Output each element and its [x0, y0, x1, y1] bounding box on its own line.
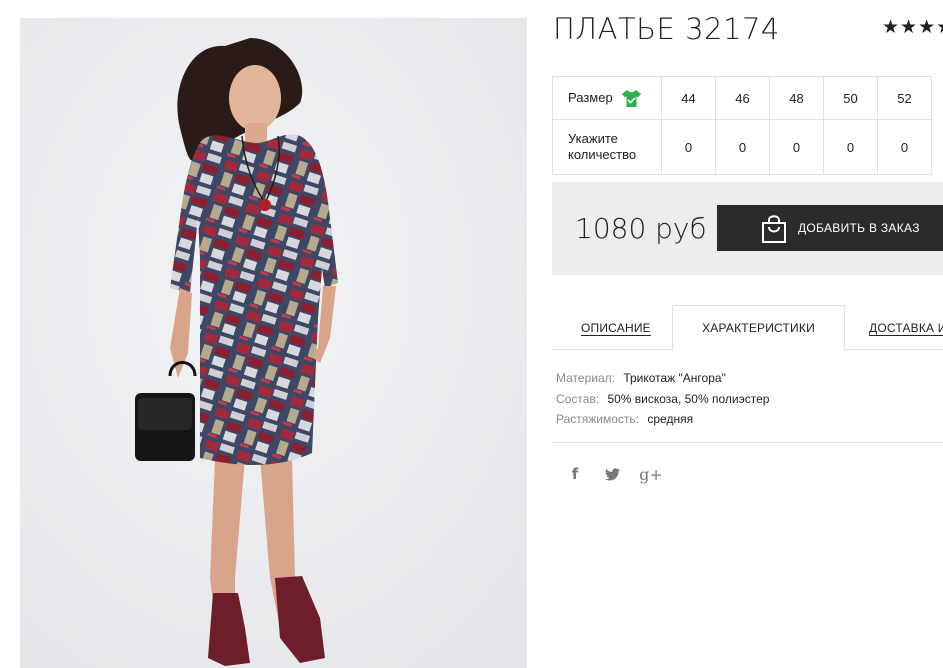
- size-label: Размер: [568, 90, 613, 105]
- add-to-order-button[interactable]: ДОБАВИТЬ В ЗАКАЗ: [717, 205, 943, 251]
- quantity-row: Укажите количество 0 0 0 0 0: [552, 119, 932, 175]
- size-option-48: 48: [769, 76, 824, 120]
- facebook-icon[interactable]: f: [566, 464, 584, 484]
- social-share: f g+: [566, 464, 681, 484]
- quantity-input-48[interactable]: 0: [769, 119, 824, 175]
- quantity-label-cell: Укажите количество: [552, 119, 662, 175]
- product-photo: [20, 18, 527, 668]
- size-row: Размер 44 46 48 50 52: [552, 76, 932, 120]
- characteristic-row: Растяжимость: средняя: [556, 409, 769, 430]
- characteristic-value: Трикотаж "Ангора": [623, 371, 726, 385]
- characteristic-key: Материал:: [556, 371, 615, 385]
- characteristic-key: Растяжимость:: [556, 412, 640, 426]
- quantity-input-52[interactable]: 0: [877, 119, 932, 175]
- size-option-52: 52: [877, 76, 932, 120]
- size-option-50: 50: [823, 76, 878, 120]
- size-label-cell: Размер: [552, 76, 662, 120]
- quantity-input-50[interactable]: 0: [823, 119, 878, 175]
- characteristic-value: 50% вискоза, 50% полиэстер: [607, 391, 770, 406]
- section-divider: [552, 442, 943, 443]
- size-option-44: 44: [661, 76, 716, 120]
- add-to-order-label: ДОБАВИТЬ В ЗАКАЗ: [798, 221, 920, 235]
- tab-description[interactable]: ОПИСАНИЕ: [581, 305, 651, 350]
- product-title: ПЛАТЬЕ 32174: [553, 12, 780, 46]
- characteristic-row: Материал: Трикотаж "Ангора": [556, 368, 769, 389]
- shirt-icon[interactable]: [621, 89, 641, 107]
- twitter-icon[interactable]: [603, 464, 621, 484]
- product-tabs: ОПИСАНИЕ ХАРАКТЕРИСТИКИ ДОСТАВКА И: [552, 305, 943, 351]
- product-image[interactable]: [20, 18, 527, 668]
- quantity-label-line2: количество: [568, 147, 637, 162]
- characteristic-row: Состав: 50% вискоза, 50% полиэстер: [556, 389, 769, 410]
- quantity-input-46[interactable]: 0: [715, 119, 770, 175]
- google-plus-icon[interactable]: g+: [639, 464, 663, 484]
- characteristics-list: Материал: Трикотаж "Ангора" Состав: 50% …: [556, 368, 769, 430]
- size-option-46: 46: [715, 76, 770, 120]
- size-table: Размер 44 46 48 50 52 Укажите количество…: [552, 76, 932, 175]
- characteristic-key: Состав:: [556, 391, 600, 406]
- rating-stars[interactable]: ★★★★: [882, 16, 943, 39]
- price-panel: 1080 руб ДОБАВИТЬ В ЗАКАЗ: [552, 182, 943, 275]
- tab-delivery[interactable]: ДОСТАВКА И: [869, 305, 943, 350]
- tab-characteristics[interactable]: ХАРАКТЕРИСТИКИ: [672, 305, 845, 351]
- characteristic-value: средняя: [647, 412, 694, 426]
- shopping-bag-icon: [759, 214, 789, 244]
- price: 1080 руб: [575, 212, 707, 245]
- quantity-input-44[interactable]: 0: [661, 119, 716, 175]
- quantity-label-line1: Укажите: [568, 131, 618, 146]
